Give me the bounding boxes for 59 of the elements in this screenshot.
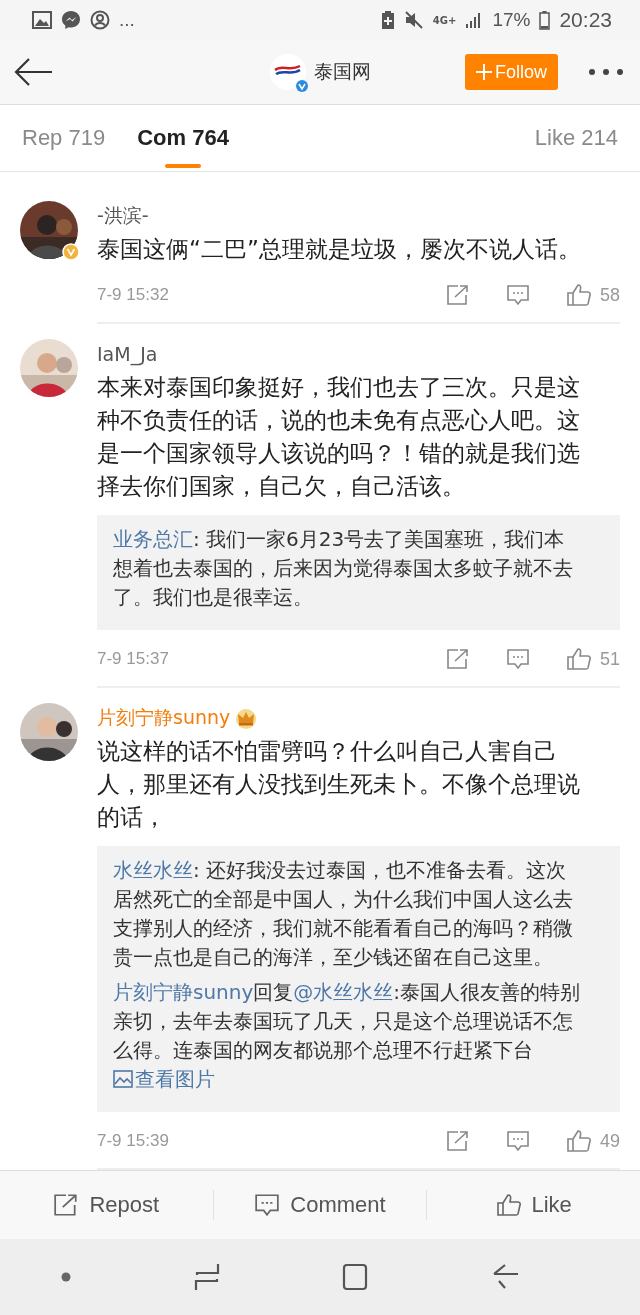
back-arrow-icon[interactable] [14,57,54,87]
tab[interactable]: Like 214 [534,105,618,171]
home-icon[interactable] [342,1263,369,1291]
comment-icon[interactable] [505,1130,530,1152]
battery-icon [539,10,551,30]
like-button[interactable]: Like [427,1180,640,1230]
repost-button[interactable]: Repost [0,1180,213,1230]
comment-button[interactable]: Comment [213,1180,427,1230]
comment-text: 说这样的话不怕雷劈吗？什么叫自己人害自己人，那里还有人没找到生死未卜。不像个总理说的话， [97,737,581,832]
comment-icon [254,1193,281,1217]
battery-saver-icon [380,10,395,30]
repost-icon[interactable] [445,284,470,306]
view-image-link[interactable]: 查看图片 [113,1067,215,1091]
comment-text: 泰国这俩“二巴”总理就是垃圾，屡次不说人话。 [97,235,582,264]
comment-time: 7-9 15:32 [97,285,169,305]
comment-time: 7-9 15:39 [97,1131,169,1151]
username[interactable]: IaM_Ja [97,343,158,365]
more-notifications: ... [119,9,135,31]
reply-text: 业务总汇: 我们一家6月23号去了美国塞班，我们本想着也去泰国的，后来因为觉得泰国太多蚊子就不去了。我们也是很幸运。 [113,526,574,611]
reply-text: 片刻宁静sunny回复@水丝水丝:泰国人很友善的特别亲切，去年去泰国玩了几天，只是这个总理说话不怎么得。连泰国的网友都说那个总理不行赶紧下台 查看图片 [113,979,582,1093]
like-icon[interactable] [565,283,592,307]
username-link[interactable]: 业务总汇 [113,527,193,551]
username[interactable]: -洪滨- [97,203,149,229]
comment-icon[interactable] [505,284,530,306]
like-icon[interactable] [565,647,592,671]
repost-icon[interactable] [445,1130,470,1152]
username[interactable]: 片刻宁静sunny [97,705,231,731]
messenger-icon [61,10,81,30]
follow-button[interactable]: Follow [465,54,558,90]
like-count: 58 [599,284,620,306]
logo-icon [270,54,306,90]
comment-time: 7-9 15:37 [97,649,169,669]
plus-icon [476,64,492,80]
network-type: 4G+ [432,14,457,26]
clock: 20:23 [559,8,612,32]
repost-icon [53,1193,80,1217]
image-icon [113,1070,133,1088]
username-link[interactable]: 片刻宁静sunny [113,980,254,1004]
like-count: 49 [599,1130,620,1152]
gallery-icon [32,11,52,29]
tab[interactable]: Com 764 [137,105,229,171]
verified-badge-icon [296,80,308,92]
username-link[interactable]: 水丝水丝 [113,858,193,882]
reply-text: 水丝水丝: 还好我没去过泰国，也不准备去看。这次居然死亡的全部是中国人，为什么我们中国人这么去支撑别人的经济，我们就不能看看自己的海吗？稍微贵一点也是自己的海洋，至少钱还留在自己这里。 [113,857,574,971]
comment-icon[interactable] [505,648,530,670]
username-link[interactable]: @水丝水丝 [293,980,394,1004]
repost-icon[interactable] [445,648,470,670]
comment-text: 本来对泰国印象挺好，我们也去了三次。只是这种不负责任的话，说的也未免有点恶心人吧。这是一个国家领导人该说的吗？！错的就是我们选择去你们国家，自己欠，自己活该。 [97,373,581,501]
account-name[interactable]: 泰国网 [314,59,371,85]
like-icon [495,1193,522,1217]
battery-level: 17% [492,9,531,31]
account-icon [90,10,110,30]
dot-icon [61,1272,72,1282]
recent-apps-icon[interactable] [193,1263,220,1291]
more-icon[interactable] [588,68,624,76]
mute-icon [403,10,424,30]
like-count: 51 [599,648,620,670]
tab[interactable]: Rep 719 [22,105,106,171]
like-icon[interactable] [565,1129,592,1153]
